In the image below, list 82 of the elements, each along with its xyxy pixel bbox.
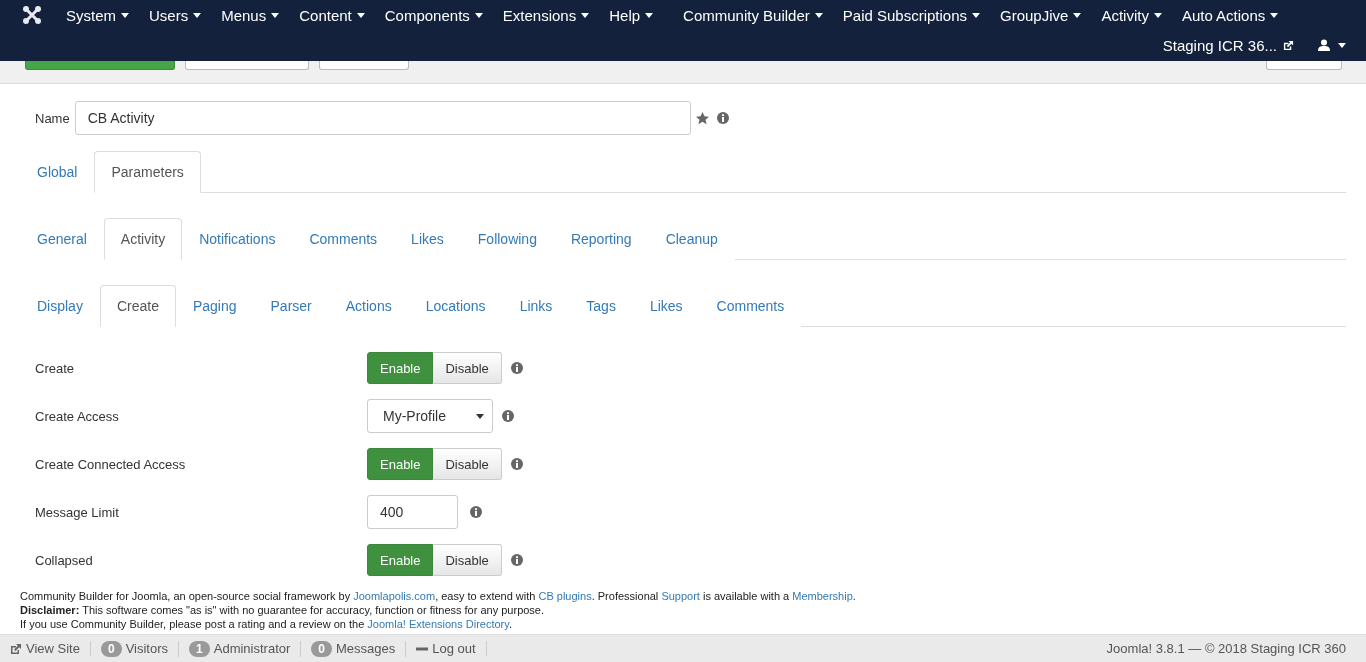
caret-icon [1153, 12, 1162, 18]
count-badge: 1 [189, 640, 210, 657]
footer-link[interactable]: Membership [792, 590, 853, 602]
external-link-icon [1283, 39, 1294, 51]
info-icon[interactable] [510, 458, 523, 470]
info-icon[interactable] [470, 506, 482, 518]
menu-item[interactable]: System [56, 6, 139, 24]
star-icon[interactable] [695, 111, 709, 125]
menu-item[interactable]: Activity [1091, 6, 1172, 24]
external-link-icon [10, 642, 22, 655]
logout-link[interactable]: Log out [432, 641, 476, 656]
caret-icon [193, 12, 202, 18]
footer-text: . [852, 590, 856, 602]
status-link[interactable]: Visitors [125, 641, 169, 656]
menu-item[interactable]: Users [139, 6, 212, 24]
toggle-option[interactable]: Disable [433, 544, 502, 576]
tab[interactable]: Activity [103, 218, 183, 260]
version-text: Joomla! 3.8.1 — © 2018 Staging ICR 360 [1106, 641, 1347, 656]
tab[interactable]: Parameters [94, 151, 201, 193]
toggle-option[interactable]: Enable [367, 352, 434, 384]
site-link[interactable]: Staging ICR 36... [1162, 36, 1294, 54]
logo-icon[interactable] [22, 5, 42, 25]
caret-icon [581, 12, 590, 18]
menu-item[interactable]: Community Builder [673, 6, 833, 24]
caret-icon [121, 12, 129, 18]
save-close-button[interactable] [185, 60, 309, 70]
caret-icon [271, 12, 280, 18]
footer-link[interactable]: CB plugins [538, 590, 592, 602]
menu-item[interactable]: Paid Subscriptions [832, 6, 990, 24]
user-icon [1318, 39, 1330, 51]
menu-item[interactable]: Components [374, 6, 493, 24]
field-label: Message Limit [35, 504, 120, 520]
menu-item[interactable]: Auto Actions [1171, 6, 1289, 24]
footer-text: is available with a [701, 590, 791, 602]
toggle-option[interactable]: Disable [433, 448, 502, 480]
info-icon[interactable] [716, 112, 729, 124]
caret-icon [814, 12, 823, 18]
tab[interactable]: Create [99, 285, 176, 327]
footer-text: Disclaimer: This software comes "as is" with no guarantee for accuracy, function or fitness for any purpose. [20, 604, 545, 616]
toggle-option[interactable]: Enable [367, 448, 434, 480]
save-button[interactable] [25, 60, 175, 70]
footer-link[interactable]: Support [661, 590, 700, 602]
caret-icon [474, 12, 483, 18]
count-badge: 0 [311, 640, 332, 657]
caret-icon [1338, 42, 1346, 48]
field-label: Create Access [35, 408, 120, 424]
footer-text: . Professional [591, 590, 660, 602]
status-link[interactable]: Messages [336, 641, 396, 656]
count-badge: 0 [100, 640, 122, 657]
field-label: Create Connected Access [35, 456, 187, 472]
info-icon[interactable] [510, 362, 523, 374]
footer-text: , easy to extend with [435, 590, 537, 602]
footer-text: Community Builder for Joomla, an open-source social framework by [20, 590, 352, 602]
caret-icon [645, 12, 654, 18]
text-field[interactable]: 400 [367, 495, 458, 529]
menu-item[interactable]: Extensions [492, 6, 600, 24]
footer-text: If you use Community Builder, please post a rating and a review on the [20, 618, 366, 630]
help-button[interactable] [1266, 60, 1342, 70]
name-field[interactable]: CB Activity [74, 101, 691, 135]
view-site-link[interactable]: View Site [26, 641, 80, 656]
info-icon[interactable] [502, 410, 514, 422]
toggle-option[interactable]: Enable [367, 544, 434, 576]
caret-icon [1073, 12, 1082, 18]
cancel-button[interactable] [319, 60, 409, 70]
field-label: Create [35, 360, 76, 376]
caret-icon [1270, 12, 1279, 18]
minus-icon [416, 646, 429, 651]
caret-icon [476, 413, 484, 419]
menu-item[interactable]: Menus [211, 6, 290, 24]
user-menu[interactable] [1318, 39, 1346, 51]
menu-item[interactable]: Help [599, 6, 664, 24]
info-icon[interactable] [510, 554, 523, 566]
field-label: Collapsed [35, 552, 94, 568]
caret-icon [972, 12, 980, 18]
footer-link[interactable]: Joomla! Extensions Directory [367, 618, 509, 630]
select-dropdown[interactable]: My-Profile [367, 399, 493, 433]
menu-item[interactable]: GroupJive [990, 6, 1092, 24]
status-link[interactable]: Administrator [213, 641, 291, 656]
caret-icon [356, 12, 365, 18]
menu-item[interactable]: Content [289, 6, 375, 24]
toggle-option[interactable]: Disable [433, 352, 502, 384]
name-label: Name [35, 110, 70, 126]
